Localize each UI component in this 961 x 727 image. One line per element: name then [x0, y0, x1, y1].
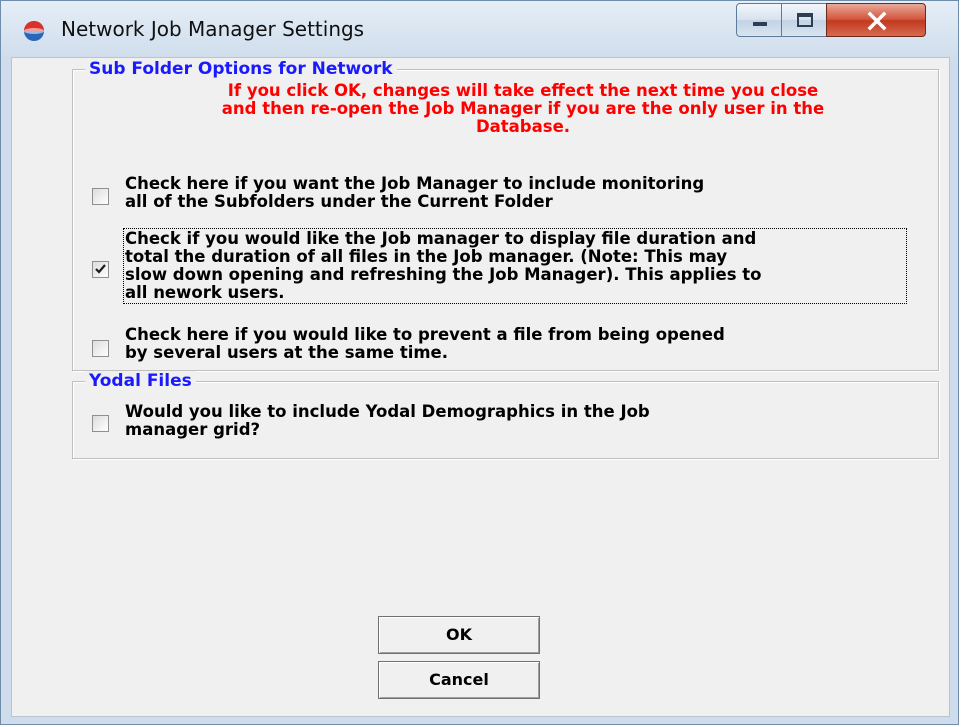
minimize-icon: [753, 22, 767, 26]
warning-line: If you click OK, changes will take effec…: [227, 81, 819, 100]
title-bar[interactable]: Network Job Manager Settings: [1, 1, 958, 57]
option-line: all nework users.: [125, 283, 285, 302]
sub-folder-options-group: Sub Folder Options for Network If you cl…: [72, 59, 939, 371]
ok-button[interactable]: OK: [378, 616, 540, 654]
file-duration-checkbox[interactable]: [92, 261, 109, 278]
include-subfolders-label[interactable]: Check here if you want the Job Manager t…: [125, 175, 704, 211]
maximize-button[interactable]: [781, 3, 827, 37]
option-line: Check here if you want the Job Manager t…: [125, 174, 705, 193]
option-line: manager grid?: [125, 420, 261, 439]
option-line: slow down opening and refreshing the Job…: [125, 265, 762, 284]
yodal-demographics-label[interactable]: Would you like to include Yodal Demograp…: [125, 403, 650, 439]
yodal-files-group: Yodal Files Would you like to include Yo…: [72, 371, 939, 459]
prevent-concurrent-open-checkbox[interactable]: [92, 340, 109, 357]
checkmark-icon: [95, 264, 106, 274]
option-line: Check if you would like the Job manager …: [125, 229, 757, 248]
settings-window: Network Job Manager Settings Sub Folder …: [0, 0, 959, 725]
dialog-body: Sub Folder Options for Network If you cl…: [11, 57, 950, 717]
restart-warning: If you click OK, changes will take effec…: [113, 82, 933, 136]
include-subfolders-checkbox[interactable]: [92, 188, 109, 205]
warning-line: Database.: [475, 117, 571, 136]
option-line: all of the Subfolders under the Current …: [125, 192, 553, 211]
close-icon: [867, 11, 887, 31]
option-line: Check here if you would like to prevent …: [125, 325, 725, 344]
option-line: total the duration of all files in the J…: [125, 247, 728, 266]
file-duration-label[interactable]: Check if you would like the Job manager …: [123, 228, 907, 304]
yodal-demographics-checkbox[interactable]: [92, 415, 109, 432]
group-caption-sub-folder: Sub Folder Options for Network: [85, 59, 397, 79]
cancel-button[interactable]: Cancel: [378, 661, 540, 699]
window-title: Network Job Manager Settings: [61, 17, 365, 41]
warning-line: and then re-open the Job Manager if you …: [221, 99, 825, 118]
prevent-concurrent-open-label[interactable]: Check here if you would like to prevent …: [125, 326, 725, 362]
option-line: Would you like to include Yodal Demograp…: [125, 402, 650, 421]
option-line: by several users at the same time.: [125, 343, 449, 362]
group-caption-yodal: Yodal Files: [85, 371, 196, 391]
maximize-icon: [797, 13, 813, 27]
minimize-button[interactable]: [736, 3, 782, 37]
app-globe-icon: [23, 20, 45, 42]
close-button[interactable]: [826, 3, 926, 37]
window-controls: [736, 3, 952, 39]
